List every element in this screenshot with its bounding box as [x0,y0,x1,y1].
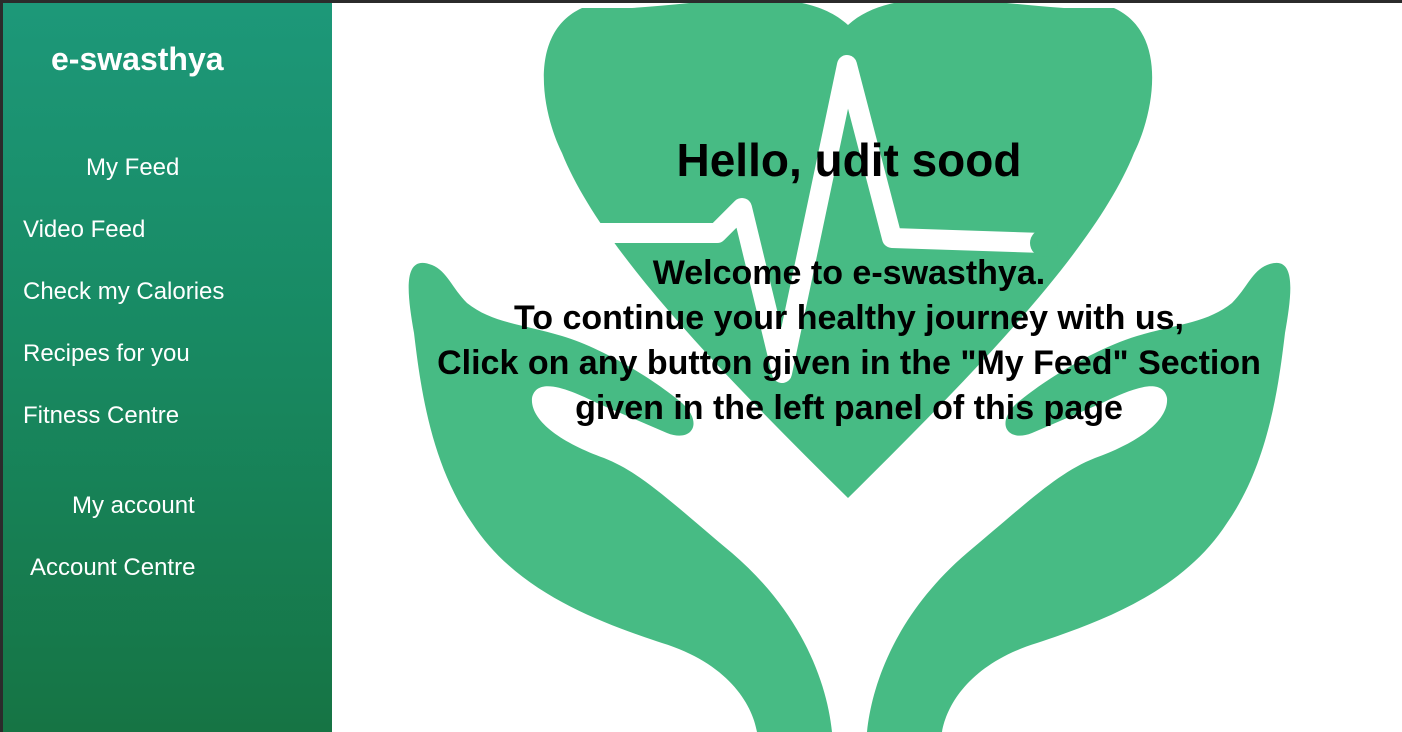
sidebar-item-fitness-centre[interactable]: Fitness Centre [23,402,179,430]
welcome-line: To continue your healthy journey with us… [514,299,1184,337]
brand-title: e-swasthya [51,41,224,77]
main-content: Hello, udit sood Welcome to e-swasthya. … [332,3,1402,732]
sidebar: e-swasthya My Feed Video Feed Check my C… [3,3,332,732]
sidebar-item-video-feed[interactable]: Video Feed [23,216,145,244]
welcome-line: Click on any button given in the "My Fee… [437,344,1261,382]
welcome-line: Welcome to e-swasthya. [652,254,1046,292]
welcome-message: Welcome to e-swasthya. To continue your … [332,251,1366,431]
my-account-heading: My account [72,492,195,519]
welcome-line: given in the left panel of this page [575,389,1123,427]
sidebar-item-account-centre[interactable]: Account Centre [30,554,195,582]
sidebar-item-recipes[interactable]: Recipes for you [23,340,190,368]
sidebar-item-check-calories[interactable]: Check my Calories [23,278,224,306]
my-feed-heading: My Feed [86,154,180,181]
greeting-heading: Hello, udit sood [676,134,1022,186]
